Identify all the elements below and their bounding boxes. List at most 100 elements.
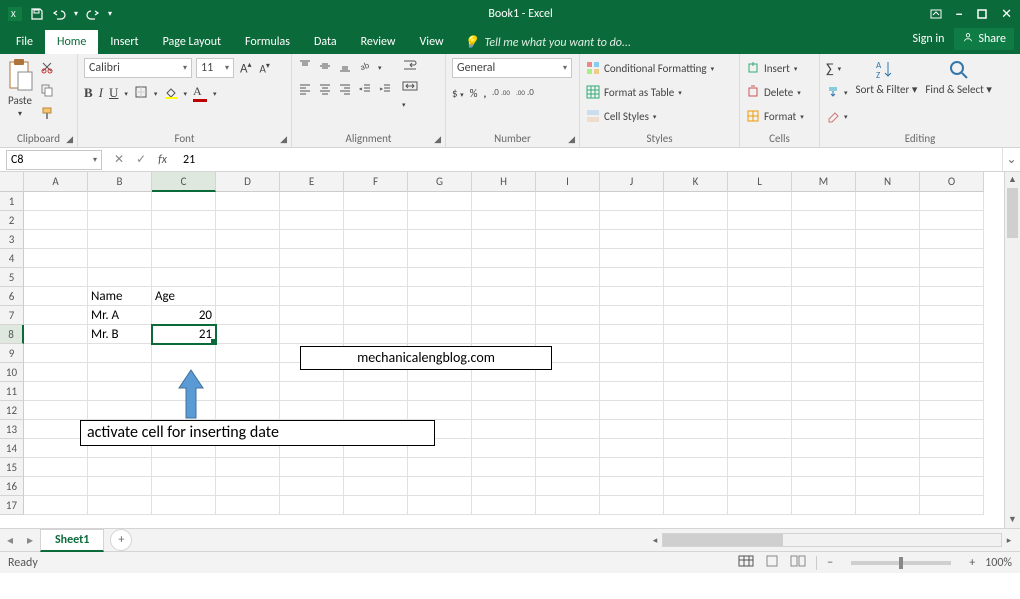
cell-N7[interactable]: [856, 306, 920, 325]
cell-N13[interactable]: [856, 420, 920, 439]
column-header-D[interactable]: D: [216, 172, 280, 192]
number-launcher[interactable]: ◢: [568, 134, 575, 145]
column-header-A[interactable]: A: [24, 172, 88, 192]
comma-format-button[interactable]: ,: [483, 87, 486, 100]
cell-I12[interactable]: [536, 401, 600, 420]
cell-L17[interactable]: [728, 496, 792, 515]
cell-L3[interactable]: [728, 230, 792, 249]
cell-H12[interactable]: [472, 401, 536, 420]
align-top-button[interactable]: [298, 59, 312, 76]
row-header-2[interactable]: 2: [0, 211, 24, 230]
cell-N3[interactable]: [856, 230, 920, 249]
cell-J3[interactable]: [600, 230, 664, 249]
cell-I7[interactable]: [536, 306, 600, 325]
cell-I2[interactable]: [536, 211, 600, 230]
cell-E10[interactable]: [280, 363, 344, 382]
decrease-decimal-button[interactable]: .00.0: [516, 85, 534, 102]
cell-D12[interactable]: [216, 401, 280, 420]
cell-A7[interactable]: [24, 306, 88, 325]
cell-L2[interactable]: [728, 211, 792, 230]
cell-E12[interactable]: [280, 401, 344, 420]
cell-A12[interactable]: [24, 401, 88, 420]
cancel-formula-button[interactable]: ✕: [114, 152, 124, 167]
cell-H16[interactable]: [472, 477, 536, 496]
cell-G9[interactable]: [408, 344, 472, 363]
cell-A14[interactable]: [24, 439, 88, 458]
cell-D7[interactable]: [216, 306, 280, 325]
cell-J2[interactable]: [600, 211, 664, 230]
cell-A5[interactable]: [24, 268, 88, 287]
cell-B14[interactable]: [88, 439, 152, 458]
expand-formula-bar-button[interactable]: ⌄: [1002, 148, 1020, 171]
fill-button[interactable]: ▾: [826, 82, 848, 102]
cell-L11[interactable]: [728, 382, 792, 401]
cell-M15[interactable]: [792, 458, 856, 477]
format-as-table-button[interactable]: Format as Table ▾: [586, 82, 733, 102]
row-header-7[interactable]: 7: [0, 306, 24, 325]
cell-B6[interactable]: Name: [88, 287, 152, 306]
cell-M2[interactable]: [792, 211, 856, 230]
cell-B12[interactable]: [88, 401, 152, 420]
cell-L4[interactable]: [728, 249, 792, 268]
row-header-3[interactable]: 3: [0, 230, 24, 249]
undo-icon[interactable]: [52, 7, 66, 21]
row-header-14[interactable]: 14: [0, 439, 24, 458]
cell-D14[interactable]: [216, 439, 280, 458]
cell-I15[interactable]: [536, 458, 600, 477]
cell-styles-button[interactable]: Cell Styles ▾: [586, 106, 733, 126]
cell-K6[interactable]: [664, 287, 728, 306]
ribbon-display-icon[interactable]: [929, 7, 943, 21]
hscroll-thumb[interactable]: [663, 534, 783, 546]
clipboard-launcher[interactable]: ◢: [66, 134, 73, 145]
column-header-E[interactable]: E: [280, 172, 344, 192]
scroll-right-button[interactable]: ▸: [1002, 535, 1016, 546]
cell-F4[interactable]: [344, 249, 408, 268]
cell-E4[interactable]: [280, 249, 344, 268]
cell-K17[interactable]: [664, 496, 728, 515]
cell-L1[interactable]: [728, 192, 792, 211]
cell-O1[interactable]: [920, 192, 984, 211]
cell-G7[interactable]: [408, 306, 472, 325]
cell-B15[interactable]: [88, 458, 152, 477]
row-header-12[interactable]: 12: [0, 401, 24, 420]
cell-O2[interactable]: [920, 211, 984, 230]
minimize-button[interactable]: –: [955, 5, 963, 24]
cell-F8[interactable]: [344, 325, 408, 344]
cell-B7[interactable]: Mr. A: [88, 306, 152, 325]
cell-F14[interactable]: [344, 439, 408, 458]
increase-indent-button[interactable]: [378, 82, 392, 99]
cell-O6[interactable]: [920, 287, 984, 306]
cell-F11[interactable]: [344, 382, 408, 401]
cell-H14[interactable]: [472, 439, 536, 458]
fill-color-button[interactable]: [163, 85, 177, 102]
cell-A10[interactable]: [24, 363, 88, 382]
add-sheet-button[interactable]: +: [110, 529, 132, 551]
cell-N15[interactable]: [856, 458, 920, 477]
cell-O7[interactable]: [920, 306, 984, 325]
cell-N10[interactable]: [856, 363, 920, 382]
decrease-indent-button[interactable]: [358, 82, 372, 99]
zoom-in-button[interactable]: +: [969, 556, 975, 570]
cell-D13[interactable]: [216, 420, 280, 439]
cell-F13[interactable]: [344, 420, 408, 439]
row-header-4[interactable]: 4: [0, 249, 24, 268]
cell-C4[interactable]: [152, 249, 216, 268]
cell-C8[interactable]: 21: [152, 325, 216, 344]
cell-A15[interactable]: [24, 458, 88, 477]
cell-K1[interactable]: [664, 192, 728, 211]
row-header-17[interactable]: 17: [0, 496, 24, 515]
font-launcher[interactable]: ◢: [280, 134, 287, 145]
insert-cells-button[interactable]: Insert ▾: [746, 58, 813, 78]
tab-insert[interactable]: Insert: [98, 30, 150, 54]
cell-C14[interactable]: [152, 439, 216, 458]
cell-O5[interactable]: [920, 268, 984, 287]
cell-M6[interactable]: [792, 287, 856, 306]
font-color-button[interactable]: A: [193, 84, 207, 102]
align-bottom-button[interactable]: [338, 59, 352, 76]
cell-A6[interactable]: [24, 287, 88, 306]
cell-C6[interactable]: Age: [152, 287, 216, 306]
row-header-5[interactable]: 5: [0, 268, 24, 287]
cell-I6[interactable]: [536, 287, 600, 306]
maximize-button[interactable]: [975, 7, 989, 21]
cell-E8[interactable]: [280, 325, 344, 344]
